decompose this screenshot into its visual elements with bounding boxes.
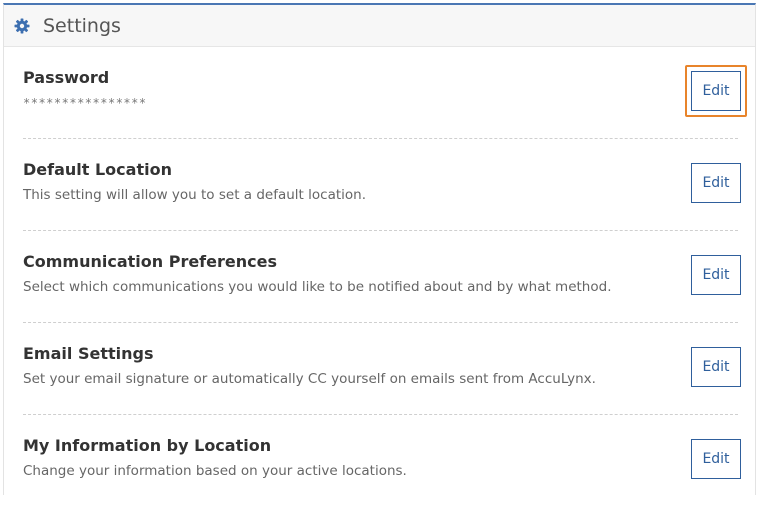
page-title: Settings [43,14,121,37]
edit-my-information-button[interactable]: Edit [691,439,741,479]
edit-email-settings-button[interactable]: Edit [691,347,741,387]
password-masked-value: **************** [23,96,147,110]
edit-password-button[interactable]: Edit [691,71,741,111]
settings-list: Password **************** Edit Default L… [23,47,747,507]
setting-label: My Information by Location [23,436,272,455]
setting-label: Communication Preferences [23,252,277,271]
setting-description: Set your email signature or automaticall… [23,371,596,387]
setting-description: Change your information based on your ac… [23,463,407,479]
setting-description: Select which communications you would li… [23,279,612,295]
settings-header: Settings [4,5,755,47]
setting-label: Password [23,68,110,87]
setting-row-password: Password **************** Edit [23,47,747,139]
gear-icon [14,18,30,34]
edit-communication-preferences-button[interactable]: Edit [691,255,741,295]
settings-panel: Settings Password **************** Edit … [3,3,756,495]
edit-default-location-button[interactable]: Edit [691,163,741,203]
setting-row-default-location: Default Location This setting will allow… [23,139,741,231]
setting-label: Email Settings [23,344,154,363]
setting-description: This setting will allow you to set a def… [23,187,366,203]
setting-row-email-settings: Email Settings Set your email signature … [23,323,741,415]
setting-row-communication-preferences: Communication Preferences Select which c… [23,231,741,323]
setting-label: Default Location [23,160,172,179]
setting-row-my-information-by-location: My Information by Location Change your i… [23,415,741,507]
